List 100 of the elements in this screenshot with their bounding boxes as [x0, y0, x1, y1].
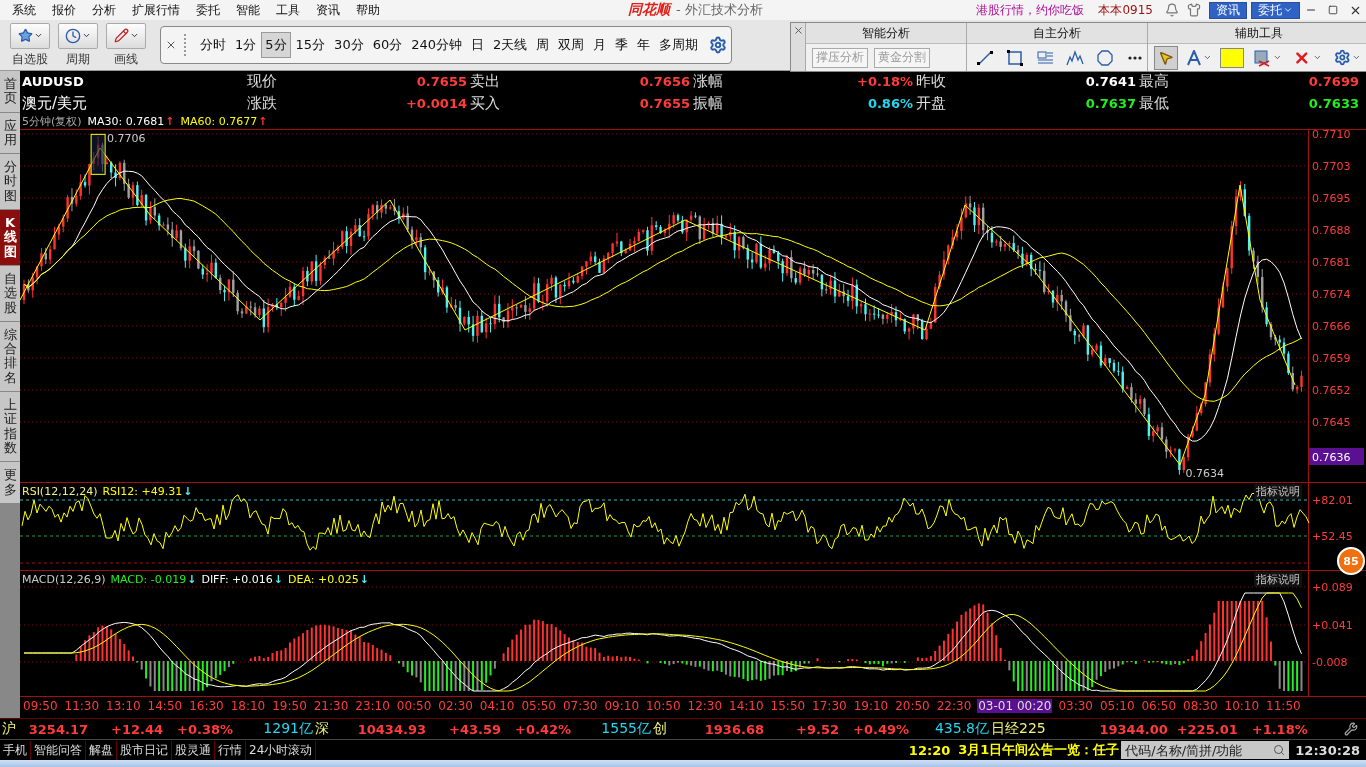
macd-reading: DEA: +0.025 — [288, 573, 359, 586]
time-axis-label: 23:10 — [354, 698, 391, 713]
period-button[interactable]: 1分 — [231, 32, 261, 58]
bottom-tab[interactable]: 解盘 — [86, 740, 117, 760]
quote-value: 0.7637 — [1085, 95, 1136, 111]
quote-value: 0.7656 — [639, 74, 690, 90]
time-axis-label: 15:50 — [769, 698, 807, 713]
menu-item[interactable]: 报价 — [44, 1, 84, 19]
period-button[interactable]: 2天线 — [489, 32, 532, 58]
news-ticker[interactable]: 3月1日午间公告一览：任子 — [958, 741, 1120, 759]
time-axis-label: 04:10 — [478, 698, 516, 713]
side-tab[interactable]: 自选股 — [0, 265, 20, 321]
macd-reading: MACD: -0.019 — [110, 573, 187, 586]
index-change: +43.59 — [448, 721, 501, 737]
period-button[interactable]: 240分钟 — [407, 32, 467, 58]
rsi-reading: RSI12: +49.31 — [102, 485, 183, 498]
side-tab[interactable]: K线图 — [0, 210, 20, 265]
side-tab[interactable]: 应用 — [0, 112, 20, 154]
window-title: - 外汇技术分析 — [676, 1, 763, 19]
period-button[interactable]: 年 — [633, 32, 655, 58]
menu-item[interactable]: 工具 — [268, 1, 308, 19]
side-tab[interactable]: 首页 — [0, 71, 20, 112]
bottom-tab[interactable]: 股灵通 — [172, 740, 215, 760]
bottom-tab[interactable]: 行情 — [215, 740, 246, 760]
period-button[interactable]: 5分 — [261, 32, 291, 58]
time-axis-label: 11:30 — [63, 698, 101, 713]
symbol-name: 澳元/美元 — [21, 93, 89, 113]
side-tab[interactable]: 更多 — [0, 462, 20, 503]
period-button[interactable]: 季 — [611, 32, 633, 58]
promo-link[interactable]: 港股行情，约你吃饭 — [976, 1, 1085, 19]
period-button[interactable]: 周 — [532, 32, 554, 58]
period-button[interactable]: 30分 — [330, 32, 368, 58]
top-button[interactable]: 委托 — [1251, 1, 1300, 19]
menu-item[interactable]: 扩展行情 — [124, 1, 188, 19]
trend-arrow: ↓ — [187, 573, 197, 586]
period-button[interactable]: 月 — [589, 32, 611, 58]
news-time: 12:20 — [908, 742, 951, 758]
period-button[interactable]: 多周期 — [655, 32, 703, 58]
rsi-title: RSI(12,12,24) — [22, 485, 98, 498]
period-button[interactable]: 15分 — [291, 32, 330, 58]
period-button[interactable]: 60分 — [368, 32, 407, 58]
index-name: 创 — [652, 720, 668, 738]
quote-value: 0.86% — [867, 95, 913, 111]
time-axis-label: 03:30 — [1057, 698, 1094, 713]
side-tab[interactable]: 分时图 — [0, 154, 20, 210]
side-tab[interactable]: 综合排名 — [0, 321, 20, 392]
time-axis-label: 05:50 — [520, 698, 557, 713]
menu-item[interactable]: 系统 — [4, 1, 44, 19]
menu-item[interactable]: 智能 — [228, 1, 268, 19]
macd-reading: DIFF: +0.016 — [201, 573, 273, 586]
period-button[interactable]: 分时 — [196, 32, 230, 58]
tool-label: 画线 — [114, 50, 138, 68]
quote-value: 0.7655 — [416, 74, 467, 90]
time-axis-label: 03-01 00:20 — [977, 698, 1053, 713]
bottom-tab[interactable]: 股市日记 — [117, 740, 172, 760]
ma-reading: MA30: 0.7681 — [87, 115, 165, 128]
indicator-help-button[interactable]: 指标说明 — [1254, 484, 1302, 499]
search-field[interactable]: 代码/名称/简拼/功能 — [1121, 741, 1290, 759]
top-button[interactable]: 资讯 — [1209, 1, 1247, 19]
section-title: 辅助工具 — [1148, 23, 1366, 44]
period-button[interactable]: 日 — [467, 32, 489, 58]
price-axis-label: 0.7674 — [1312, 288, 1351, 301]
index-turnover: 435.8亿 — [933, 720, 989, 738]
trend-arrow: ↑ — [165, 115, 175, 128]
time-axis-label: 21:30 — [312, 698, 350, 713]
index-turnover: 1555亿 — [600, 720, 651, 738]
rsi-axis-label: +52.45 — [1312, 530, 1353, 543]
ma-reading: MA60: 0.7677 — [180, 115, 258, 128]
quote-label: 涨跌 — [247, 93, 277, 113]
time-axis-label: 02:30 — [437, 698, 474, 713]
menu-item[interactable]: 帮助 — [348, 1, 388, 19]
bottom-tab[interactable]: 智能问答 — [31, 740, 86, 760]
index-percent: +0.38% — [176, 721, 233, 737]
trend-arrow: ↑ — [258, 115, 268, 128]
time-axis-label: 17:30 — [811, 698, 848, 713]
time-axis-label: 19:10 — [852, 698, 890, 713]
bottom-tab[interactable]: 24小时滚动 — [246, 740, 317, 760]
low-price-label: 0.7634 — [1185, 466, 1224, 480]
period-button[interactable]: 双周 — [554, 32, 589, 58]
time-axis-label: 09:10 — [603, 698, 641, 713]
symbol-code: AUDUSD — [21, 74, 85, 90]
side-tab[interactable]: 上证指数 — [0, 392, 20, 462]
quote-label: 振幅 — [693, 93, 723, 113]
macd-axis-label: +0.041 — [1312, 619, 1353, 632]
app-logo: 同花顺 — [628, 1, 670, 19]
menu-item[interactable]: 分析 — [84, 1, 124, 19]
menu-item[interactable]: 委托 — [188, 1, 228, 19]
time-axis-label: 00:50 — [395, 698, 433, 713]
tool-label: 周期 — [66, 50, 90, 68]
trend-arrow: ↓ — [359, 573, 369, 586]
index-value: 19344.00 — [1098, 721, 1168, 737]
version-label: 本本0915 — [1098, 1, 1153, 19]
quote-value: 0.7633 — [1308, 95, 1359, 111]
bottom-tab[interactable]: 手机 — [0, 740, 31, 760]
index-change: +12.44 — [110, 721, 163, 737]
quote-label: 卖出 — [470, 72, 500, 92]
menu-item[interactable]: 资讯 — [308, 1, 348, 19]
indicator-help-button[interactable]: 指标说明 — [1254, 572, 1302, 587]
index-name: 日经225 — [990, 720, 1047, 738]
section-title: 智能分析 — [806, 23, 966, 44]
